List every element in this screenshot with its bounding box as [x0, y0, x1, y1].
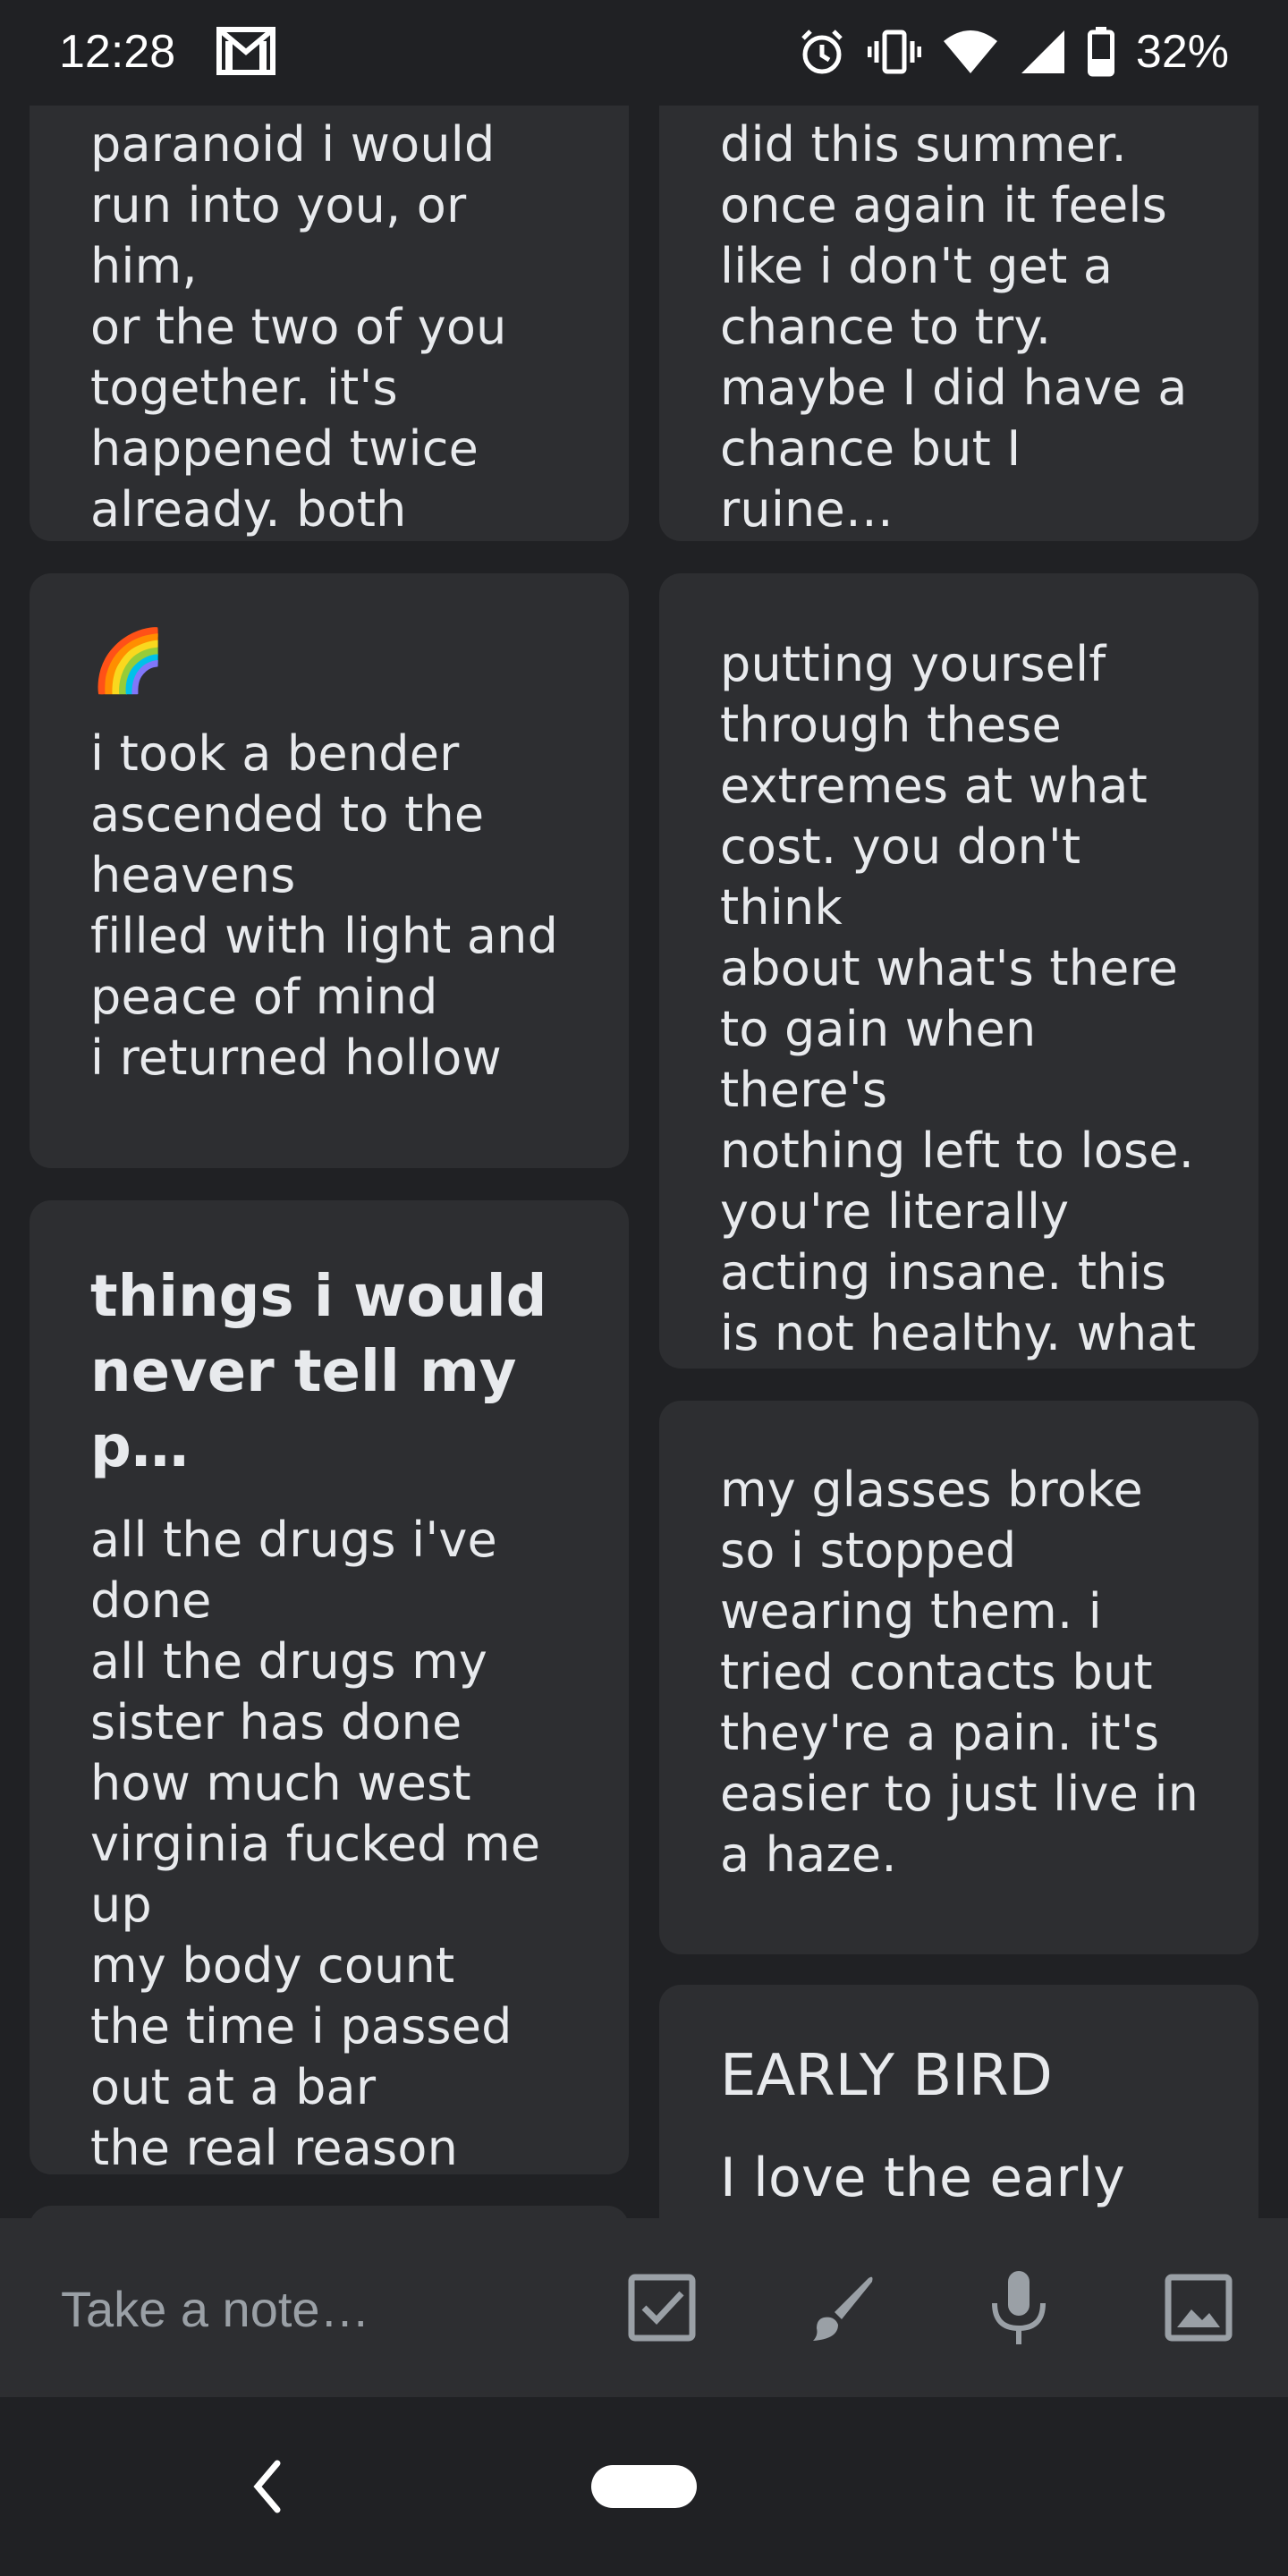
mic-icon: [992, 2271, 1046, 2344]
note-title: things i would never tell my p…: [90, 1264, 547, 1480]
signal-icon: [1021, 30, 1064, 73]
note-title: EARLY BIRD: [720, 2043, 1053, 2109]
battery-icon: [1087, 27, 1114, 77]
alarm-icon: [801, 30, 843, 74]
new-image-note-button[interactable]: [1157, 2267, 1240, 2349]
checkbox-icon: [628, 2274, 696, 2342]
battery-percent: 32%: [1135, 26, 1229, 78]
note-text: did this summer. once again it feels lik…: [720, 116, 1188, 538]
note-card[interactable]: did this summer. once again it feels lik…: [659, 106, 1258, 541]
note-text: I love the early: [720, 2147, 1125, 2209]
note-card[interactable]: 🌈 i took a bender ascended to the heaven…: [30, 573, 629, 1168]
new-audio-note-button[interactable]: [978, 2267, 1060, 2349]
note-text: my glasses broke so i stopped wearing th…: [720, 1462, 1199, 1883]
note-card[interactable]: my glasses broke so i stopped wearing th…: [659, 1401, 1258, 1954]
navigation-bar: [0, 2397, 1288, 2576]
note-card[interactable]: paranoid i would run into you, or him, o…: [30, 106, 629, 541]
note-text: i took a bender ascended to the heavens …: [90, 725, 559, 1086]
wifi-icon: [943, 30, 997, 73]
notes-grid[interactable]: paranoid i would run into you, or him, o…: [0, 106, 1288, 2218]
new-list-button[interactable]: [621, 2267, 703, 2349]
back-icon[interactable]: [240, 2451, 293, 2522]
status-icons: 32%: [798, 23, 1229, 80]
rainbow-emoji: 🌈: [90, 627, 166, 695]
note-text: putting yourself through these extremes …: [720, 636, 1197, 1368]
note-card[interactable]: things i would never tell my p… all the …: [30, 1200, 629, 2174]
take-note-input[interactable]: [59, 2272, 564, 2345]
note-text: paranoid i would run into you, or him, o…: [90, 116, 507, 538]
take-note-bar: [0, 2218, 1288, 2397]
brush-icon: [813, 2276, 873, 2341]
note-text: all the drugs i've done all the drugs my…: [90, 1512, 541, 2174]
vibrate-icon: [867, 30, 921, 74]
note-card[interactable]: [30, 2206, 629, 2218]
clock: 12:28: [59, 26, 176, 78]
status-bar: 12:28 32%: [0, 0, 1288, 106]
note-card[interactable]: EARLY BIRD I love the early: [659, 1985, 1258, 2218]
image-icon: [1165, 2274, 1233, 2342]
note-card[interactable]: putting yourself through these extremes …: [659, 573, 1258, 1368]
gmail-icon: [216, 27, 275, 75]
new-drawing-button[interactable]: [798, 2267, 880, 2349]
home-button[interactable]: [591, 2465, 697, 2508]
